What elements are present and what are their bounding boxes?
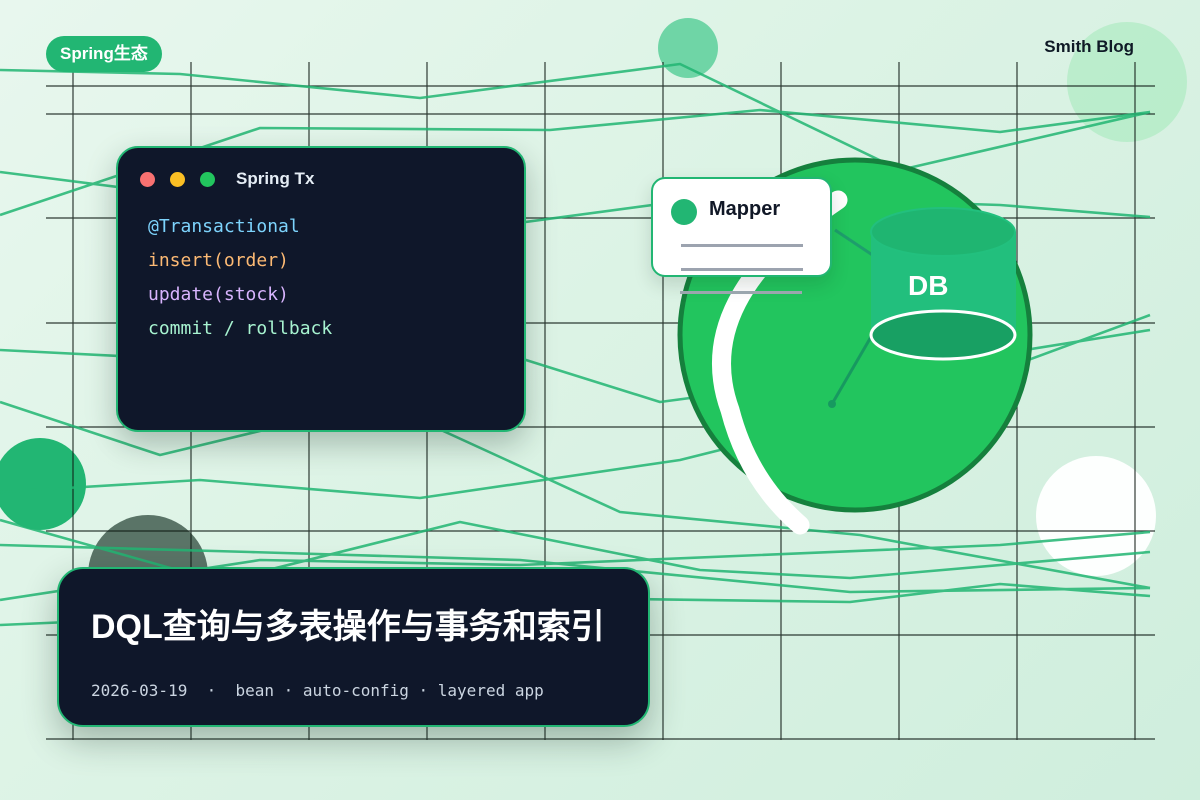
mapper-line <box>681 244 803 247</box>
code-line-annotation: @Transactional <box>148 216 300 237</box>
code-window: Spring Tx @Transactional insert(order) u… <box>116 146 526 432</box>
code-line-update: update(stock) <box>148 284 289 305</box>
cover-canvas: Spring生态 Smith Blog Spring Tx @Transacti… <box>0 0 1200 800</box>
pointer-dot <box>828 400 836 408</box>
window-maximize-dot <box>200 172 215 187</box>
window-minimize-dot <box>170 172 185 187</box>
mapper-card: Mapper <box>651 177 832 277</box>
mapper-line <box>681 268 803 271</box>
window-close-dot <box>140 172 155 187</box>
post-title[interactable]: DQL查询与多表操作与事务和索引 <box>91 599 605 648</box>
title-card: DQL查询与多表操作与事务和索引 2026-03-19 · bean · aut… <box>57 567 650 727</box>
database-label: DB <box>908 270 949 301</box>
code-line-insert: insert(order) <box>148 250 289 271</box>
mapper-line <box>680 291 802 294</box>
code-window-title: Spring Tx <box>236 169 315 188</box>
code-line-commit: commit / rollback <box>148 318 333 339</box>
blob-white-right <box>1036 456 1156 576</box>
mapper-dot-icon <box>671 199 697 225</box>
category-tag[interactable]: Spring生态 <box>46 36 162 72</box>
mapper-label: Mapper <box>709 198 781 220</box>
post-meta: 2026-03-19 · bean · auto-config · layere… <box>91 681 544 700</box>
blog-brand[interactable]: Smith Blog <box>1044 37 1134 57</box>
